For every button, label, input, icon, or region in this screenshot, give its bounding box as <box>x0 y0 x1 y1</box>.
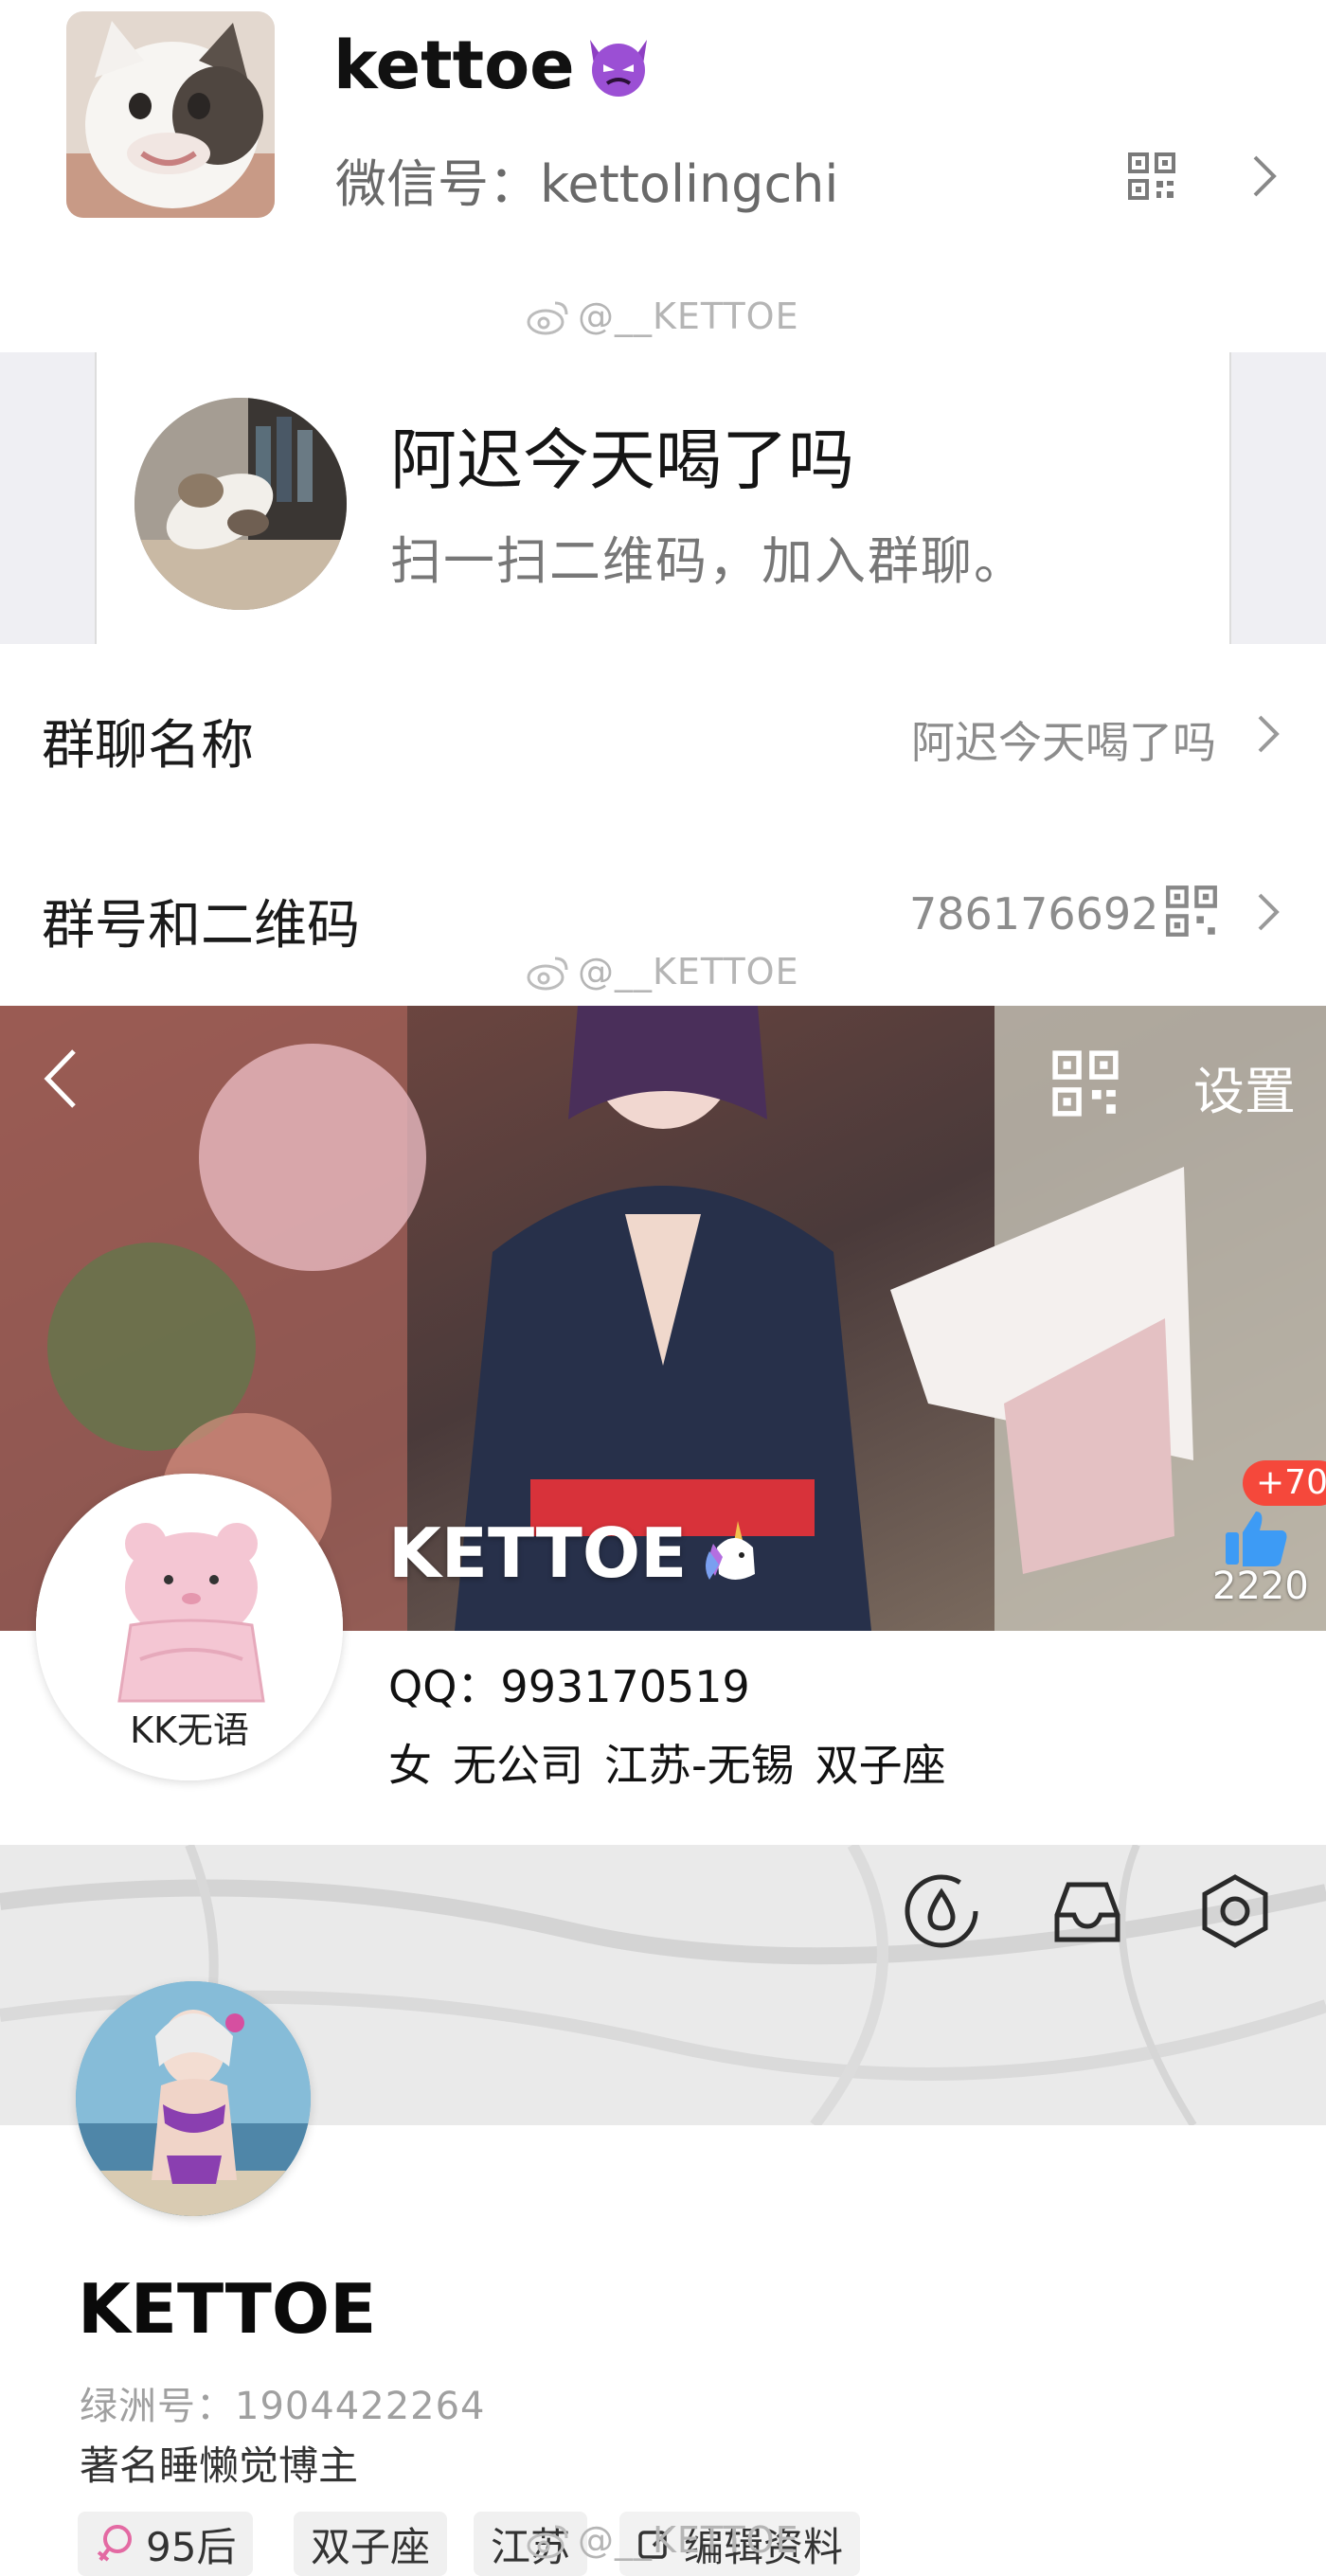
group-name-value: 阿迟今天喝了吗 <box>911 717 1216 768</box>
weibo-icon <box>527 2525 568 2559</box>
weibo-icon <box>527 301 568 335</box>
watermark-text: @__KETTOE <box>578 295 799 337</box>
tag-age[interactable]: 95后 <box>78 2512 254 2576</box>
watermark-text: @__KETTOE <box>578 951 799 993</box>
group-number-value: 786176692 <box>909 888 1159 939</box>
wechat-id-value: kettolingchi <box>540 154 839 214</box>
group-name-label: 群聊名称 <box>42 715 254 777</box>
like-count: 2220 <box>1212 1565 1309 1608</box>
qr-code-icon[interactable] <box>1127 152 1176 201</box>
tag-zodiac[interactable]: 双子座 <box>294 2512 448 2576</box>
weibo-icon <box>527 957 568 991</box>
weibo-watermark: @__KETTOE <box>527 951 799 993</box>
water-drop-icon[interactable] <box>902 1871 981 1951</box>
qq-info-line: 女 无公司 江苏-无锡 双子座 <box>388 1731 946 1794</box>
chevron-right-icon[interactable] <box>1250 152 1279 201</box>
devil-emoji-icon <box>589 40 647 97</box>
group-name-row[interactable]: 群聊名称 阿迟今天喝了吗 <box>0 644 1326 824</box>
female-icon <box>97 2525 132 2562</box>
qq-nickname: KETTOE <box>388 1513 768 1593</box>
chevron-right-icon <box>1258 893 1280 931</box>
tag-zodiac-text: 双子座 <box>311 2523 431 2570</box>
qq-number-label: QQ： <box>388 1661 501 1712</box>
oasis-id-value: 1904422264 <box>235 2385 486 2428</box>
chevron-right-icon <box>1258 715 1280 753</box>
qr-code-icon[interactable] <box>1051 1049 1120 1118</box>
qq-avatar[interactable]: KK无语 <box>36 1474 343 1780</box>
inbox-icon[interactable] <box>1048 1871 1127 1951</box>
settings-button[interactable]: 设置 <box>1193 1049 1296 1124</box>
qq-avatar-caption: KK无语 <box>130 1709 249 1751</box>
qq-zodiac: 双子座 <box>815 1740 946 1791</box>
oasis-bio: 著名睡懒觉博主 <box>80 2442 359 2489</box>
group-card-title: 阿迟今天喝了吗 <box>390 421 854 499</box>
oasis-id-label: 绿洲号： <box>80 2385 235 2428</box>
weibo-watermark: @__KETTOE <box>527 2519 799 2561</box>
thumbs-up-icon[interactable] <box>1222 1508 1290 1568</box>
wechat-id: 微信号：kettolingchi <box>335 142 838 217</box>
oasis-id: 绿洲号：1904422264 <box>80 2375 486 2430</box>
group-avatar[interactable] <box>134 398 347 610</box>
qq-number-value: 993170519 <box>500 1661 750 1712</box>
wechat-nickname-text: kettoe <box>333 27 575 104</box>
qq-gender: 女 <box>388 1740 432 1791</box>
weibo-watermark: @__KETTOE <box>527 295 799 337</box>
wechat-nickname: kettoe <box>333 27 654 104</box>
tag-age-text: 95后 <box>146 2523 237 2570</box>
oasis-username: KETTOE <box>78 2269 377 2349</box>
unicorn-emoji-icon <box>706 1521 756 1580</box>
like-increment-badge: +70 <box>1243 1460 1326 1506</box>
watermark-text: @__KETTOE <box>578 2519 799 2561</box>
group-card-subtitle: 扫一扫二维码，加入群聊。 <box>390 531 1027 591</box>
qq-nickname-text: KETTOE <box>388 1513 688 1593</box>
wechat-avatar[interactable] <box>66 11 275 218</box>
group-number-label: 群号和二维码 <box>42 895 360 957</box>
qq-company: 无公司 <box>453 1740 583 1791</box>
settings-hexagon-icon[interactable] <box>1195 1871 1275 1951</box>
oasis-avatar[interactable] <box>76 1981 311 2216</box>
qr-code-icon <box>1166 886 1217 937</box>
qq-number: QQ：993170519 <box>388 1653 750 1715</box>
back-arrow-icon[interactable] <box>42 1046 80 1112</box>
wechat-id-label: 微信号： <box>335 154 540 214</box>
qq-location: 江苏-无锡 <box>604 1740 795 1791</box>
